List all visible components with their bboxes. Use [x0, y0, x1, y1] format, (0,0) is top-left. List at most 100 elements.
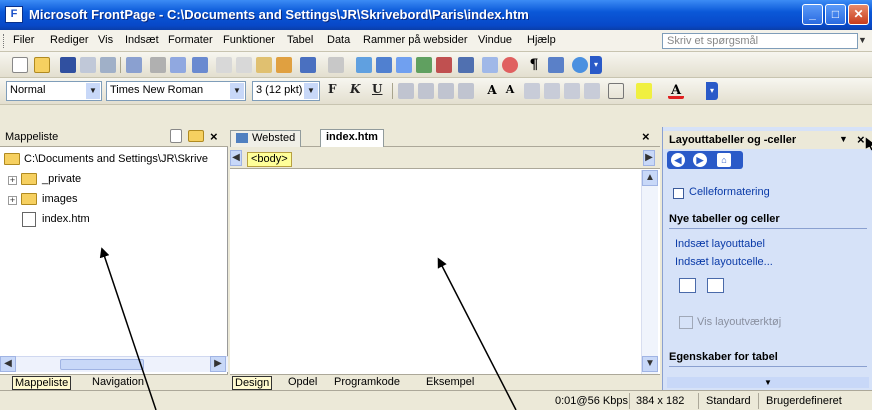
spelling-icon[interactable] — [192, 57, 208, 73]
open-folder-icon[interactable] — [34, 57, 50, 73]
insert-layout-cell-link[interactable]: Indsæt layoutcelle... — [675, 256, 773, 268]
show-layout-tool[interactable]: Vis layoutværktøj — [697, 316, 781, 328]
insert-picture-icon[interactable] — [416, 57, 432, 73]
minimize-button[interactable]: _ — [802, 4, 823, 25]
format-painter-icon[interactable] — [276, 57, 292, 73]
toolbar-options-button[interactable]: ▾ — [590, 56, 602, 74]
refresh-icon[interactable] — [482, 57, 498, 73]
close-icon[interactable]: × — [210, 129, 218, 144]
insert-layout-table-link[interactable]: Indsæt layouttabel — [675, 238, 765, 250]
menu-indsaet[interactable]: Indsæt — [125, 34, 159, 46]
scroll-right-icon[interactable]: ▶ — [210, 356, 226, 372]
tab-navigation[interactable]: Navigation — [92, 376, 144, 388]
tab-design[interactable]: Design — [232, 376, 273, 390]
tab-eksempel[interactable]: Eksempel — [426, 376, 474, 388]
menu-data[interactable]: Data — [327, 34, 350, 46]
menubar-grip[interactable] — [3, 34, 5, 48]
list-item[interactable]: + _private — [0, 171, 228, 191]
decrease-indent-icon[interactable] — [564, 83, 580, 99]
list-item[interactable]: C:\Documents and Settings\JR\Skrive — [0, 151, 228, 171]
scroll-up-icon[interactable]: ▲ — [642, 170, 658, 186]
font-dropdown[interactable]: Times New Roman ▼ — [106, 81, 246, 101]
paste-icon[interactable] — [256, 57, 272, 73]
expand-icon[interactable]: + — [8, 176, 17, 185]
close-button[interactable]: ✕ — [848, 4, 869, 25]
frontpage-icon[interactable]: F — [5, 6, 23, 23]
menu-rediger[interactable]: Rediger — [50, 34, 89, 46]
increase-font-icon[interactable]: A — [484, 83, 500, 99]
insert-table-icon[interactable] — [376, 57, 392, 73]
scroll-down-icon[interactable]: ▼ — [642, 356, 658, 372]
tab-programkode[interactable]: Programkode — [334, 376, 400, 388]
align-center-icon[interactable] — [418, 83, 434, 99]
print-icon[interactable] — [150, 57, 166, 73]
redo-icon[interactable] — [328, 57, 344, 73]
tab-index-htm[interactable]: index.htm — [320, 129, 384, 148]
toggle-pane-icon[interactable] — [126, 57, 142, 73]
draw-layout-cell-icon[interactable] — [707, 278, 724, 293]
chevron-down-icon[interactable]: ▼ — [858, 35, 867, 45]
align-left-icon[interactable] — [398, 83, 414, 99]
decrease-font-icon[interactable]: A — [502, 83, 518, 99]
underline-button[interactable]: U — [372, 82, 382, 96]
menu-vis[interactable]: Vis — [98, 34, 113, 46]
menu-rammer[interactable]: Rammer på websider — [363, 34, 468, 46]
list-item[interactable]: index.htm — [0, 211, 228, 231]
menu-filer[interactable]: Filer — [13, 34, 34, 46]
close-icon[interactable]: × — [642, 129, 650, 144]
bold-button[interactable]: F — [328, 82, 337, 96]
preview-icon[interactable] — [170, 57, 186, 73]
home-icon[interactable]: ⌂ — [717, 153, 731, 167]
menu-vindue[interactable]: Vindue — [478, 34, 512, 46]
scroll-down-icon[interactable]: ▼ — [667, 377, 869, 388]
cell-format-link[interactable]: Celleformatering — [689, 186, 770, 198]
bullet-list-icon[interactable] — [544, 83, 560, 99]
bookmark-icon[interactable] — [548, 57, 564, 73]
help-icon[interactable] — [572, 57, 588, 73]
menu-tabel[interactable]: Tabel — [287, 34, 313, 46]
increase-indent-icon[interactable] — [584, 83, 600, 99]
back-icon[interactable]: ◀ — [671, 153, 685, 167]
web-component-icon[interactable] — [356, 57, 372, 73]
toolbar-options-button[interactable]: ▾ — [706, 82, 718, 100]
chevron-down-icon[interactable]: ▼ — [839, 134, 848, 144]
menu-hjaelp[interactable]: Hjælp — [527, 34, 556, 46]
new-page-icon[interactable] — [12, 57, 28, 73]
design-canvas[interactable] — [230, 170, 641, 374]
tab-mappeliste[interactable]: Mappeliste — [12, 376, 72, 390]
new-folder-icon[interactable] — [188, 130, 204, 142]
copy-icon[interactable] — [236, 57, 252, 73]
numbered-list-icon[interactable] — [524, 83, 540, 99]
drawing-icon[interactable] — [436, 57, 452, 73]
scroll-thumb[interactable] — [60, 359, 144, 370]
maximize-button[interactable]: □ — [825, 4, 846, 25]
menu-formater[interactable]: Formater — [168, 34, 213, 46]
new-page-icon[interactable] — [170, 129, 182, 143]
draw-layout-table-icon[interactable] — [679, 278, 696, 293]
body-tag-selector[interactable]: <body> — [247, 152, 292, 167]
scroll-right-icon[interactable]: ▶ — [643, 150, 655, 166]
align-right-icon[interactable] — [438, 83, 454, 99]
show-all-icon[interactable]: ¶ — [526, 57, 542, 73]
size-dropdown[interactable]: 3 (12 pkt) ▼ — [252, 81, 320, 101]
vertical-scrollbar[interactable]: ▲ ▼ — [641, 170, 658, 374]
list-item[interactable]: + images — [0, 191, 228, 211]
horizontal-scrollbar[interactable]: ◀ ▶ — [0, 356, 228, 372]
font-color-icon[interactable]: A — [668, 83, 684, 99]
scroll-left-icon[interactable]: ◀ — [0, 356, 16, 372]
stop-icon[interactable] — [502, 57, 518, 73]
expand-icon[interactable]: + — [8, 196, 17, 205]
italic-button[interactable]: K — [350, 82, 360, 96]
tab-opdel[interactable]: Opdel — [288, 376, 317, 388]
publish-icon[interactable] — [100, 57, 116, 73]
borders-icon[interactable] — [608, 83, 624, 99]
forward-icon[interactable]: ▶ — [693, 153, 707, 167]
scroll-left-icon[interactable]: ◀ — [230, 150, 242, 166]
cut-icon[interactable] — [216, 57, 232, 73]
undo-icon[interactable] — [300, 57, 316, 73]
save-icon[interactable] — [60, 57, 76, 73]
close-icon[interactable]: × — [857, 132, 865, 147]
hyperlink-icon[interactable] — [458, 57, 474, 73]
search-icon[interactable] — [80, 57, 96, 73]
tab-websted[interactable]: Websted — [230, 130, 302, 147]
